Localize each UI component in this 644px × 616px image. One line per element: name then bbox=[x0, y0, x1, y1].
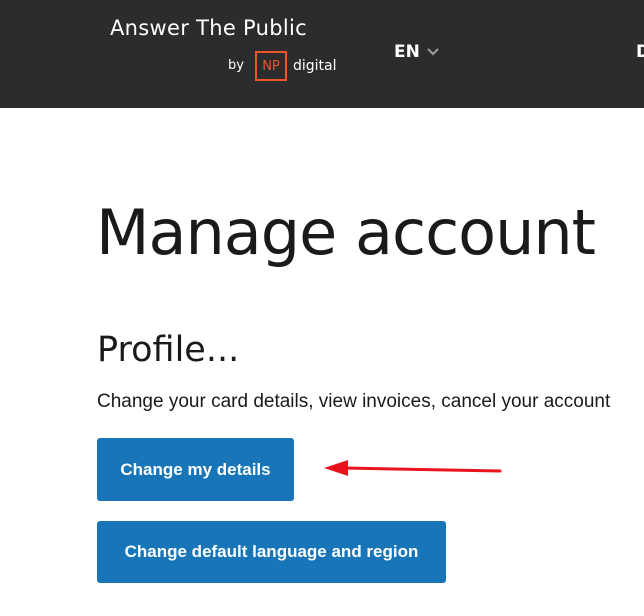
language-selector[interactable]: EN bbox=[394, 42, 440, 62]
profile-section-title: Profile... bbox=[97, 330, 240, 370]
np-logo-badge: NP bbox=[255, 51, 287, 81]
change-language-region-button[interactable]: Change default language and region bbox=[97, 521, 446, 583]
page-title: Manage account bbox=[96, 196, 596, 269]
change-my-details-button[interactable]: Change my details bbox=[97, 438, 294, 501]
brand-logo-by: by bbox=[228, 58, 244, 73]
chevron-down-icon bbox=[427, 48, 439, 56]
brand-logo-title[interactable]: Answer The Public bbox=[110, 16, 307, 40]
profile-section-description: Change your card details, view invoices,… bbox=[97, 391, 611, 412]
top-header: Answer The Public by NP digital EN D bbox=[0, 0, 644, 108]
nav-item-partial[interactable]: D bbox=[636, 42, 644, 62]
language-label: EN bbox=[394, 42, 420, 62]
brand-logo-digital: digital bbox=[293, 58, 337, 74]
red-arrow-icon bbox=[324, 460, 502, 476]
